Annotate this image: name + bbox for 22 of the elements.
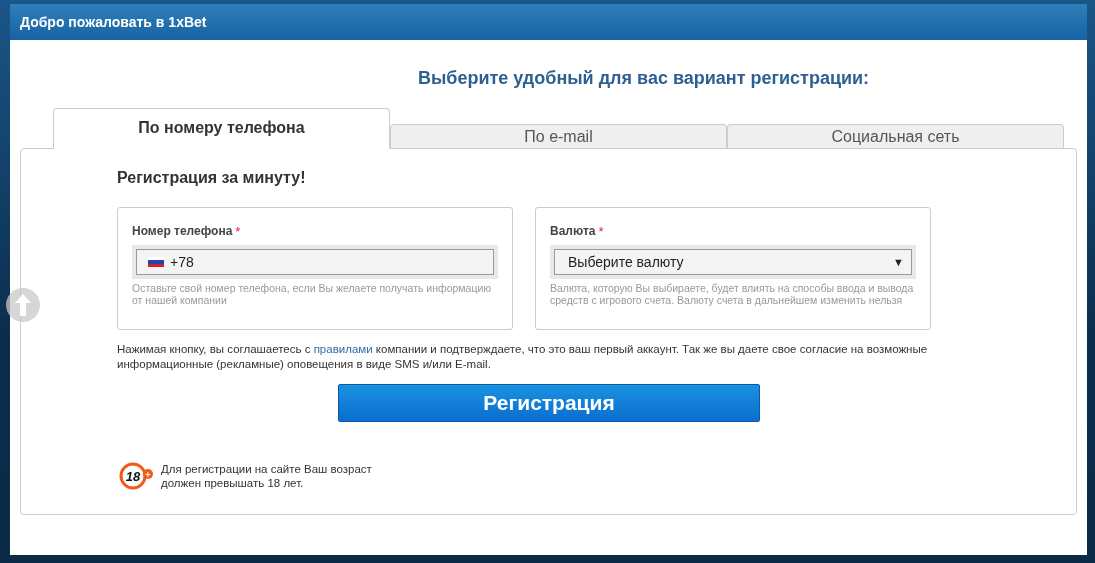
flag-icon bbox=[148, 257, 164, 267]
register-button[interactable]: Регистрация bbox=[338, 384, 760, 422]
tab[interactable]: Социальная сеть bbox=[727, 124, 1064, 148]
tab[interactable]: По e-mail bbox=[390, 124, 727, 148]
consent-text: Нажимая кнопку, вы соглашаетесь с правилами компании и подтверждаете, что это ваш первый аккаунт. Так же вы даете свое согласие на возможные информационные (рекламные) оповещения в виде SMS и/или E-mail. bbox=[117, 342, 929, 372]
tab[interactable]: По номеру телефона bbox=[53, 108, 390, 149]
field-hint: Валюта, которую Вы выбираете, будет влиять на способы ввода и вывода средств с игрового счета. Валюту счета в дальнейшем изменить нельзя bbox=[550, 282, 915, 306]
rules-link[interactable]: правилами bbox=[313, 343, 373, 355]
field-label: Валюта bbox=[550, 224, 596, 239]
phone-input[interactable]: +78 bbox=[132, 245, 498, 279]
arrow-up-icon bbox=[15, 294, 31, 316]
scroll-up-button[interactable] bbox=[6, 288, 40, 322]
page-heading: Выберите удобный для вас вариант регистрации: bbox=[416, 68, 871, 89]
field-hint: Оставьте свой номер телефона, если Вы желаете получать информацию от нашей компании bbox=[132, 282, 493, 306]
window-title: Добро пожаловать в 1xBet bbox=[10, 4, 1087, 40]
currency-select[interactable]: Выберите валюту ▼ bbox=[550, 245, 916, 279]
form-title: Регистрация за минуту! bbox=[117, 169, 307, 187]
age-notice: Для регистрации на сайте Ваш возраст должен превышать 18 лет. bbox=[161, 462, 373, 490]
required-mark: * bbox=[598, 224, 604, 239]
required-mark: * bbox=[235, 224, 241, 239]
caret-icon: ▼ bbox=[893, 256, 904, 268]
field-label: Номер телефона bbox=[132, 224, 233, 239]
